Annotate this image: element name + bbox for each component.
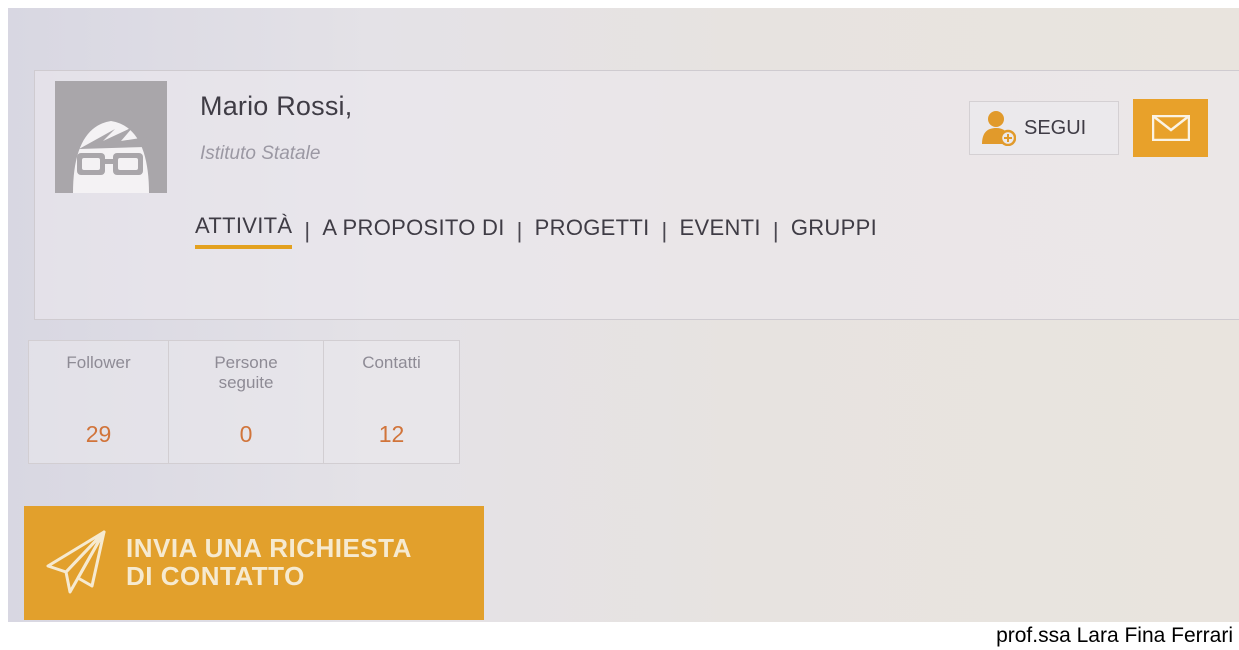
- stat-label: Contatti: [362, 353, 421, 372]
- tab-a-proposito-di[interactable]: A PROPOSITO DI: [322, 215, 504, 247]
- avatar-glasses-icon: [55, 81, 167, 193]
- stat-value: 12: [378, 421, 405, 447]
- profile-stats: Follower 29 Persone seguite 0 Contatti 1…: [28, 340, 460, 464]
- tab-separator: |: [516, 218, 523, 243]
- contact-request-label: INVIA UNA RICHIESTA DI CONTATTO: [126, 533, 412, 591]
- follow-button[interactable]: SEGUI: [969, 101, 1119, 155]
- author-credit: prof.ssa Lara Fina Ferrari: [996, 624, 1233, 647]
- tab-eventi[interactable]: EVENTI: [680, 215, 761, 247]
- tab-attivita[interactable]: ATTIVITÀ: [195, 213, 293, 249]
- stat-label: Follower: [66, 353, 131, 372]
- stat-value: 0: [239, 421, 253, 447]
- profile-screen: Mario Rossi, Istituto Statale ATTIVITÀ |…: [8, 8, 1239, 622]
- stat-follower[interactable]: Follower 29: [29, 341, 169, 463]
- stat-persone-seguite[interactable]: Persone seguite 0: [169, 341, 324, 463]
- tab-gruppi[interactable]: GRUPPI: [791, 215, 877, 247]
- stat-label: Persone seguite: [214, 353, 278, 392]
- avatar: [55, 81, 167, 193]
- profile-tabs: ATTIVITÀ | A PROPOSITO DI | PROGETTI | E…: [195, 213, 877, 249]
- user-organization: Istituto Statale: [200, 143, 321, 164]
- tab-progetti[interactable]: PROGETTI: [535, 215, 650, 247]
- envelope-icon: [1151, 115, 1190, 141]
- user-add-icon: [982, 111, 1016, 146]
- follow-label: SEGUI: [1024, 116, 1087, 139]
- tab-separator: |: [661, 218, 668, 243]
- tab-separator: |: [304, 218, 311, 243]
- stat-contatti[interactable]: Contatti 12: [324, 341, 459, 463]
- paper-plane-icon: [46, 530, 106, 594]
- user-name: Mario Rossi,: [200, 91, 353, 121]
- message-button[interactable]: [1133, 99, 1208, 157]
- tab-separator: |: [772, 218, 779, 243]
- contact-request-button[interactable]: INVIA UNA RICHIESTA DI CONTATTO: [24, 506, 484, 620]
- stat-value: 29: [85, 421, 112, 447]
- profile-card: Mario Rossi, Istituto Statale ATTIVITÀ |…: [34, 70, 1239, 320]
